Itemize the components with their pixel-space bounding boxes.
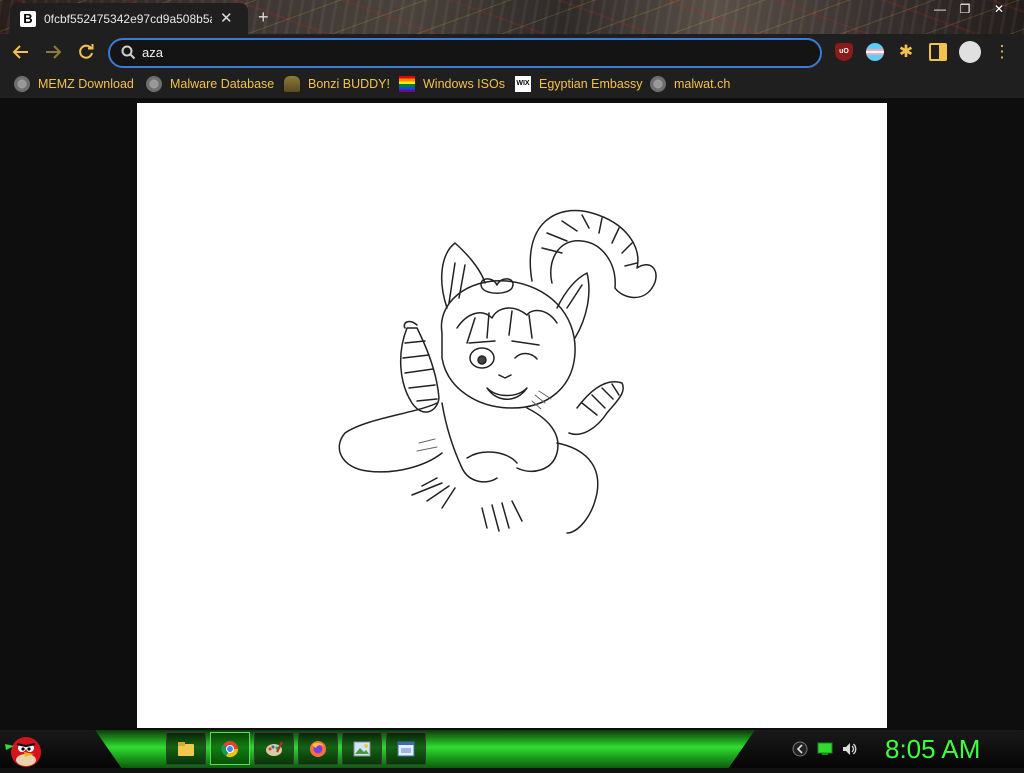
arrow-left-icon [12,45,28,59]
image-viewer-icon [353,741,371,756]
ublock-origin-icon[interactable]: uO [835,43,853,61]
address-input[interactable]: aza [142,45,163,60]
bookmark-bonzi-buddy[interactable]: Bonzi BUDDY! [284,74,390,94]
start-button[interactable] [0,730,50,768]
taskbar-clock[interactable]: 8:05 AM [885,734,980,765]
taskbar-file-explorer[interactable] [166,732,206,765]
reload-icon [79,44,94,59]
chrome-icon [221,740,239,757]
bookmark-label: Egyptian Embassy [539,77,643,91]
show-hidden-icons-icon[interactable] [792,741,808,757]
back-button[interactable] [9,40,33,64]
close-window-button[interactable]: ✕ [984,0,1014,18]
bookmark-egyptian-embassy[interactable]: WIX Egyptian Embassy [515,74,643,94]
bookmarks-bar: MEMZ Download Malware Database Bonzi BUD… [0,70,1024,98]
globe-icon [650,76,666,92]
page-viewport [0,98,1024,730]
bookmark-label: Windows ISOs [423,77,505,91]
taskbar-image-viewer[interactable] [342,732,382,765]
address-bar[interactable]: aza [108,38,822,68]
browser-tab[interactable]: B 0fcbf552475342e97cd9a508b5a ✕ [10,3,248,34]
taskbar-window[interactable] [386,732,426,765]
rainbow-flag-icon [399,76,415,92]
tab-title: 0fcbf552475342e97cd9a508b5a [44,11,212,26]
bookmark-label: MEMZ Download [38,77,134,91]
network-icon[interactable] [817,741,833,757]
new-tab-button[interactable]: + [258,7,269,28]
paint-icon [266,741,283,756]
search-icon [121,45,136,60]
title-bar: B 0fcbf552475342e97cd9a508b5a ✕ + — ❐ ✕ [0,0,1024,34]
wix-icon: WIX [515,76,531,92]
bookmark-memz-download[interactable]: MEMZ Download [14,74,134,94]
bookmark-label: Bonzi BUDDY! [308,77,390,91]
volume-icon[interactable] [841,741,857,757]
side-panel-icon[interactable] [929,43,947,61]
file-explorer-icon [178,741,194,756]
trans-flag-extension-icon[interactable] [866,43,884,61]
bookmark-malwatch[interactable]: malwat.ch [650,74,730,94]
globe-icon [146,76,162,92]
taskbar: 8:05 AM [0,730,1024,768]
globe-icon [14,76,30,92]
taskbar-paint[interactable] [254,732,294,765]
taskbar-firefox[interactable] [298,732,338,765]
bookmark-malware-database[interactable]: Malware Database [146,74,274,94]
sketch-drawing [338,209,657,534]
bonzi-icon [284,76,300,92]
arrow-right-icon [46,45,62,59]
bookmark-label: malwat.ch [674,77,731,91]
window-icon [397,741,415,756]
browser-toolbar: aza uO ✱ ⋮ [0,34,1024,70]
tab-close-icon[interactable]: ✕ [220,10,233,27]
browser-menu-icon[interactable]: ⋮ [993,43,1011,61]
extensions-puzzle-icon[interactable]: ✱ [897,43,915,61]
taskbar-chrome[interactable] [210,732,250,765]
forward-button[interactable] [41,40,65,64]
tab-favicon-icon: B [20,10,36,27]
bookmark-label: Malware Database [170,77,275,91]
angry-bird-icon [5,737,41,767]
reload-button[interactable] [74,40,98,64]
firefox-icon [310,740,326,757]
image-panel[interactable] [137,103,887,728]
maximize-button[interactable]: ❐ [950,0,980,18]
bookmark-windows-isos[interactable]: Windows ISOs [399,74,505,94]
profile-avatar-icon[interactable] [959,41,981,63]
